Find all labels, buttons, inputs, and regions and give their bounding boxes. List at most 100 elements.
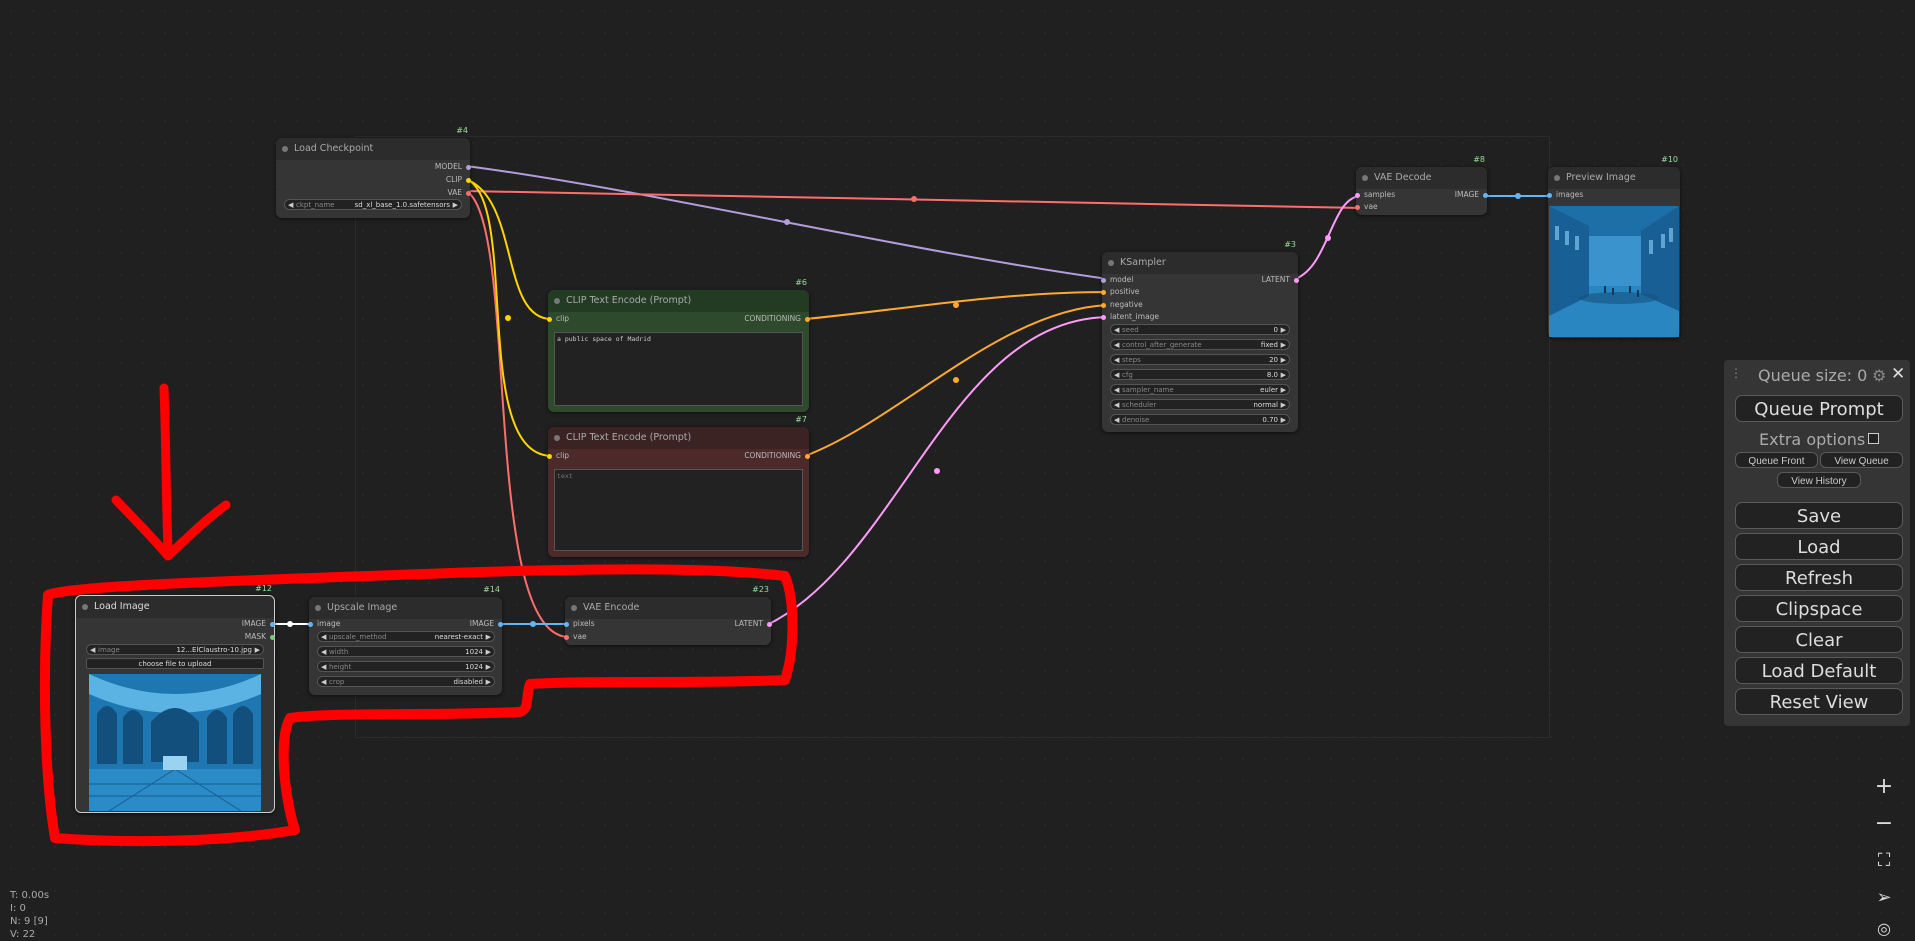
queue-front-button[interactable]: Queue Front [1735,452,1818,468]
crop-widget[interactable]: ◀ crop disabled ▶ [317,676,495,687]
arrow-left-icon[interactable]: ◀ [288,200,293,211]
node-clip-text-negative[interactable]: #7 CLIP Text Encode (Prompt) clip CONDIT… [547,415,810,557]
sampler-name-widget[interactable]: ◀ sampler_name euler ▶ [1110,384,1290,395]
arrow-left-icon[interactable]: ◀ [90,645,95,656]
fit-view-icon[interactable]: ⛶ [1864,846,1904,876]
control-after-generate-widget[interactable]: ◀ control_after_generate fixed ▶ [1110,339,1290,350]
node-load-checkpoint[interactable]: #4 Load Checkpoint MODEL CLIP VAE ◀ ckpt_… [276,126,471,218]
ckpt-name-combo[interactable]: ◀ ckpt_name sd_xl_base_1.0.safetensors ▶ [284,199,462,210]
slot-dot[interactable] [767,621,772,627]
prompt-textarea[interactable] [554,469,803,551]
settings-gear-icon[interactable]: ⚙ [1872,366,1886,385]
node-title[interactable]: CLIP Text Encode (Prompt) [548,290,809,312]
slot-dot[interactable] [270,621,275,627]
node-ksampler[interactable]: #3 KSampler model positive negative late… [1101,240,1299,432]
scheduler-widget[interactable]: ◀ scheduler normal ▶ [1110,399,1290,410]
slot-dot[interactable] [564,634,569,640]
arrow-right-icon[interactable]: ▶ [453,200,458,211]
steps-widget[interactable]: ◀ steps 20 ▶ [1110,354,1290,365]
input-model[interactable]: model [1101,274,1133,286]
arrow-left-icon[interactable]: ◀ [321,632,326,643]
arrow-left-icon[interactable]: ◀ [1114,385,1119,396]
slot-dot[interactable] [1547,192,1552,198]
node-title[interactable]: Load Checkpoint [276,138,470,160]
node-load-image[interactable]: #12 Load Image IMAGE MASK ◀ image 12...ElC… [75,584,275,813]
output-mask[interactable]: MASK [245,631,275,643]
slot-dot[interactable] [1101,289,1106,295]
denoise-widget[interactable]: ◀ denoise 0.70 ▶ [1110,414,1290,425]
input-images[interactable]: images [1547,189,1583,201]
arrow-left-icon[interactable]: ◀ [1114,370,1119,381]
output-image[interactable]: IMAGE [470,618,503,630]
arrow-right-icon[interactable]: ▶ [1281,355,1286,366]
slot-dot[interactable] [498,621,503,627]
slot-dot[interactable] [547,453,552,459]
slot-dot[interactable] [805,316,810,322]
slot-dot[interactable] [1101,314,1106,320]
node-title[interactable]: Preview Image [1548,167,1680,189]
image-combo[interactable]: ◀ image 12...ElClaustro-10.jpg ▶ [86,644,264,655]
clipspace-button[interactable]: Clipspace [1735,595,1903,622]
upscale-method-widget[interactable]: ◀ upscale_method nearest-exact ▶ [317,631,495,642]
slot-dot[interactable] [466,177,471,183]
cfg-widget[interactable]: ◀ cfg 8.0 ▶ [1110,369,1290,380]
navigate-icon[interactable]: ➢ [1864,883,1904,913]
input-image[interactable]: image [308,618,340,630]
output-image[interactable]: IMAGE [1455,189,1488,201]
arrow-right-icon[interactable]: ▶ [1281,415,1286,426]
arrow-right-icon[interactable]: ▶ [486,632,491,643]
arrow-right-icon[interactable]: ▶ [1281,325,1286,336]
output-vae[interactable]: VAE [447,187,471,199]
node-title[interactable]: KSampler [1102,252,1298,274]
node-title[interactable]: CLIP Text Encode (Prompt) [548,427,809,449]
output-conditioning[interactable]: CONDITIONING [744,313,810,325]
node-clip-text-positive[interactable]: #6 CLIP Text Encode (Prompt) clip CONDIT… [547,278,810,412]
arrow-left-icon[interactable]: ◀ [1114,340,1119,351]
input-samples[interactable]: samples [1355,189,1395,201]
slot-dot[interactable] [466,164,471,170]
graph-canvas[interactable]: #4 Load Checkpoint MODEL CLIP VAE ◀ ckpt_… [0,0,1915,937]
slot-dot[interactable] [466,190,471,196]
arrow-right-icon[interactable]: ▶ [1281,385,1286,396]
arrow-right-icon[interactable]: ▶ [486,647,491,658]
slot-dot[interactable] [1355,204,1360,210]
height-widget[interactable]: ◀ height 1024 ▶ [317,661,495,672]
zoom-out-icon[interactable]: − [1864,809,1904,839]
slot-dot[interactable] [1101,302,1106,308]
input-latent-image[interactable]: latent_image [1101,311,1159,323]
slot-dot[interactable] [1294,277,1299,283]
arrow-left-icon[interactable]: ◀ [1114,415,1119,426]
arrow-right-icon[interactable]: ▶ [486,662,491,673]
output-image[interactable]: IMAGE [242,618,275,630]
node-preview-image[interactable]: #10 Preview Image images [1547,155,1680,338]
slot-dot[interactable] [1101,277,1106,283]
refresh-button[interactable]: Refresh [1735,564,1903,591]
slot-dot[interactable] [270,634,275,640]
arrow-right-icon[interactable]: ▶ [1281,370,1286,381]
output-conditioning[interactable]: CONDITIONING [744,450,810,462]
node-upscale-image[interactable]: #14 Upscale Image image IMAGE ◀ upscale_m… [308,585,503,695]
arrow-right-icon[interactable]: ▶ [255,645,260,656]
output-latent[interactable]: LATENT [735,618,772,630]
node-title[interactable]: Load Image [76,596,274,618]
output-clip[interactable]: CLIP [446,174,471,186]
node-title[interactable]: VAE Encode [565,597,771,619]
output-model[interactable]: MODEL [435,161,471,173]
arrow-left-icon[interactable]: ◀ [321,662,326,673]
input-clip[interactable]: clip [547,313,569,325]
locate-icon[interactable]: ◎ [1864,914,1904,937]
view-history-button[interactable]: View History [1777,472,1861,488]
view-queue-button[interactable]: View Queue [1820,452,1903,468]
seed-widget[interactable]: ◀ seed 0 ▶ [1110,324,1290,335]
arrow-right-icon[interactable]: ▶ [1281,340,1286,351]
slot-dot[interactable] [308,621,313,627]
node-vae-decode[interactable]: #8 VAE Decode samples vae IMAGE [1355,155,1488,215]
input-clip[interactable]: clip [547,450,569,462]
load-default-button[interactable]: Load Default [1735,657,1903,684]
clear-button[interactable]: Clear [1735,626,1903,653]
input-pixels[interactable]: pixels [564,618,595,630]
node-vae-encode[interactable]: #23 VAE Encode pixels vae LATENT [564,585,772,645]
node-title[interactable]: VAE Decode [1356,167,1487,189]
arrow-right-icon[interactable]: ▶ [1281,400,1286,411]
arrow-left-icon[interactable]: ◀ [1114,325,1119,336]
